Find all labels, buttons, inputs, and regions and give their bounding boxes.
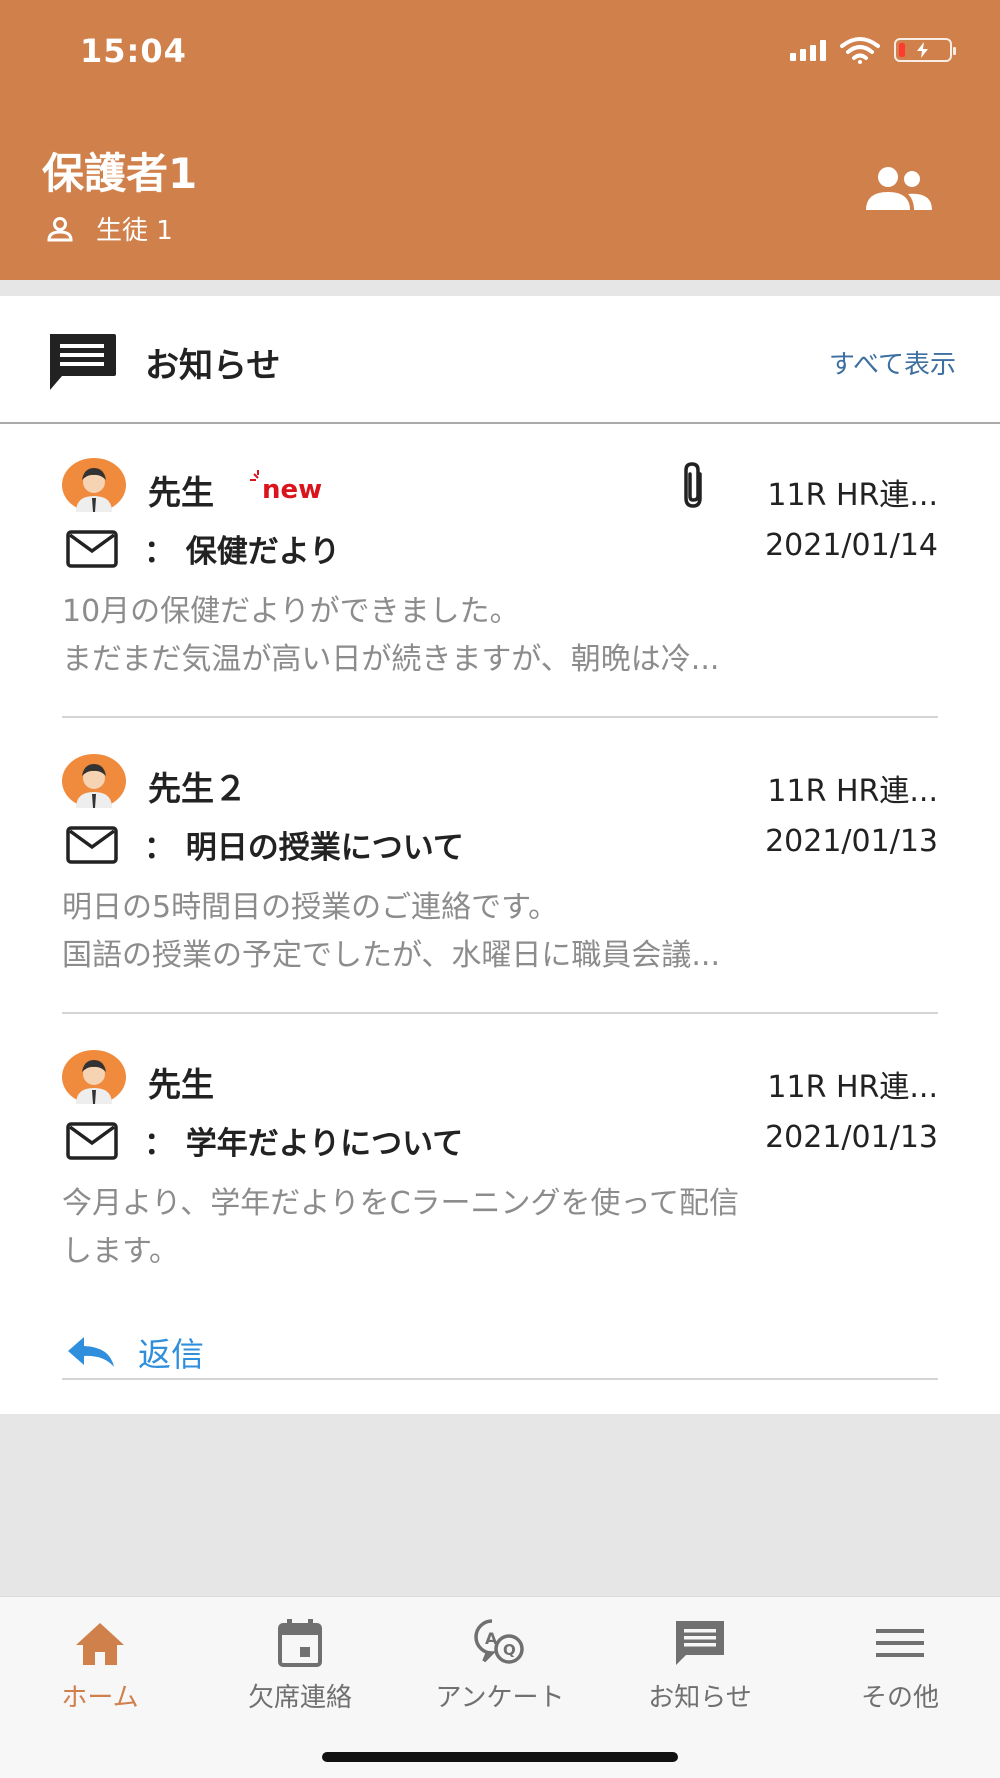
tab-home[interactable]: ホーム xyxy=(0,1617,200,1714)
person-icon xyxy=(47,216,73,241)
group-name: 11R HR連... xyxy=(767,774,938,809)
student-name: 生徒 1 xyxy=(96,216,173,246)
tab-label: お知らせ xyxy=(648,1683,752,1713)
preview-line: 明日の5時間目の授業のご連絡です。 xyxy=(62,890,559,925)
attachment-icon xyxy=(684,462,702,508)
notice-item[interactable]: 先生 11R HR連... ： 学年だよりについて 2021/01/13 今月よ… xyxy=(62,1050,938,1380)
mail-icon xyxy=(66,1122,118,1160)
tab-label: アンケート xyxy=(435,1683,565,1713)
student-row: 生徒 1 xyxy=(46,210,173,247)
tab-label: 欠席連絡 xyxy=(247,1683,352,1713)
mail-icon xyxy=(66,530,118,568)
notice-subject: ： 明日の授業について xyxy=(144,830,464,866)
tab-other[interactable]: その他 xyxy=(800,1617,1000,1714)
mail-icon xyxy=(66,826,118,864)
home-indicator xyxy=(322,1752,678,1762)
status-time: 15:04 xyxy=(80,32,187,70)
tab-absence[interactable]: 欠席連絡 xyxy=(200,1617,400,1714)
teacher-avatar xyxy=(62,458,126,512)
preview-line: まだまだ気温が高い日が続きますが、朝晩は冷... xyxy=(62,642,720,677)
svg-text:new: new xyxy=(262,475,322,504)
svg-text:Q: Q xyxy=(503,1641,516,1659)
reply-label: 返信 xyxy=(138,1335,204,1374)
battery-icon xyxy=(894,38,956,62)
cellular-signal-icon xyxy=(790,39,826,61)
status-icons xyxy=(790,36,956,64)
group-name: 11R HR連... xyxy=(767,1070,938,1105)
notices-card: お知らせ すべて表示 先生 new 11R HR連... ： 保健だより 202… xyxy=(0,296,1000,1414)
teacher-avatar xyxy=(62,754,126,808)
tab-label: ホーム xyxy=(61,1683,139,1713)
preview-line: 10月の保健だよりができました。 xyxy=(62,594,520,629)
calendar-icon xyxy=(278,1619,322,1667)
chat-icon xyxy=(676,1621,724,1665)
notice-preview: 今月より、学年だよりをCラーニングを使って配信 します。 xyxy=(62,1180,938,1276)
group-name: 11R HR連... xyxy=(767,478,938,513)
tab-notices[interactable]: お知らせ xyxy=(600,1617,800,1714)
notice-subject: ： 保健だより xyxy=(144,534,341,570)
tab-survey[interactable]: A Q アンケート xyxy=(400,1617,600,1714)
notice-date: 2021/01/13 xyxy=(765,1120,938,1155)
notices-header: お知らせ すべて表示 xyxy=(0,296,1000,424)
reply-icon xyxy=(68,1337,114,1367)
teacher-avatar xyxy=(62,1050,126,1104)
notices-title: お知らせ xyxy=(145,346,281,386)
notice-item[interactable]: 先生 new 11R HR連... ： 保健だより 2021/01/14 10月… xyxy=(62,458,938,718)
view-all-link[interactable]: すべて表示 xyxy=(829,344,956,381)
wifi-icon xyxy=(840,37,880,64)
tab-label: その他 xyxy=(860,1683,939,1713)
home-icon xyxy=(76,1623,124,1665)
notice-item[interactable]: 先生２ 11R HR連... ： 明日の授業について 2021/01/13 明日… xyxy=(62,754,938,1014)
sender-name: 先生 xyxy=(148,473,214,512)
notice-date: 2021/01/14 xyxy=(765,528,938,563)
notice-preview: 明日の5時間目の授業のご連絡です。 国語の授業の予定でしたが、水曜日に職員会議.… xyxy=(62,884,938,980)
app-header: 15:04 保護者1 生徒 1 xyxy=(0,0,1000,280)
preview-line: 国語の授業の予定でしたが、水曜日に職員会議... xyxy=(62,938,721,973)
menu-icon xyxy=(876,1629,924,1657)
bottom-tab-bar: ホーム 欠席連絡 A Q アンケート お知らせ その他 xyxy=(0,1596,1000,1778)
preview-line: します。 xyxy=(62,1234,179,1269)
switch-user-icon[interactable] xyxy=(862,166,934,212)
sender-name: 先生 xyxy=(148,1065,214,1104)
sender-name: 先生２ xyxy=(148,769,247,808)
survey-icon: A Q xyxy=(474,1619,524,1664)
preview-line: 今月より、学年だよりをCラーニングを使って配信 xyxy=(62,1186,740,1221)
new-badge-icon: new xyxy=(250,470,322,504)
notice-preview: 10月の保健だよりができました。 まだまだ気温が高い日が続きますが、朝晩は冷..… xyxy=(62,588,938,684)
reply-button[interactable]: 返信 xyxy=(66,1328,204,1376)
notice-subject: ： 学年だよりについて xyxy=(144,1126,464,1162)
notice-date: 2021/01/13 xyxy=(765,824,938,859)
user-name: 保護者1 xyxy=(42,149,198,198)
chat-icon xyxy=(50,334,116,390)
